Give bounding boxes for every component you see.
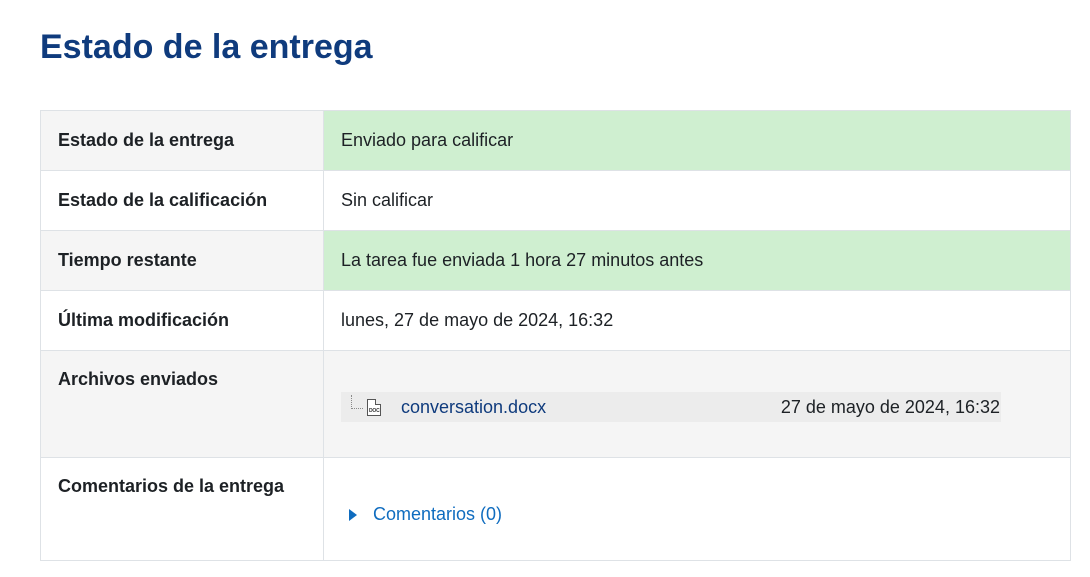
tree-connector: [351, 395, 363, 409]
file-date: 27 de mayo de 2024, 16:32: [780, 396, 1000, 417]
submitted-files-cell: DOC conversation.docx 27 de mayo de 2024…: [323, 350, 1071, 458]
row-grading-status: Estado de la calificación Sin calificar: [40, 170, 1071, 231]
caret-right-icon: [349, 508, 357, 521]
doc-file-icon: DOC: [367, 398, 381, 416]
row-label: Estado de la calificación: [40, 170, 324, 231]
row-label: Archivos enviados: [40, 350, 324, 458]
grading-status-value: Sin calificar: [323, 170, 1071, 231]
page-title: Estado de la entrega: [40, 28, 373, 66]
row-last-modified: Última modificación lunes, 27 de mayo de…: [40, 290, 1071, 351]
row-submission-status: Estado de la entrega Enviado para califi…: [40, 110, 1071, 171]
doc-icon-label: DOC: [369, 407, 380, 414]
submission-status-value: Enviado para calificar: [323, 110, 1071, 171]
submission-comments-cell: Comentarios (0): [323, 457, 1071, 561]
row-label: Estado de la entrega: [40, 110, 324, 171]
file-link[interactable]: conversation.docx: [401, 397, 781, 418]
row-submitted-files: Archivos enviados DOC conversation.docx …: [40, 350, 1071, 458]
time-remaining-value: La tarea fue enviada 1 hora 27 minutos a…: [323, 230, 1071, 291]
row-label: Tiempo restante: [40, 230, 324, 291]
row-time-remaining: Tiempo restante La tarea fue enviada 1 h…: [40, 230, 1071, 291]
row-label: Última modificación: [40, 290, 324, 351]
last-modified-value: lunes, 27 de mayo de 2024, 16:32: [323, 290, 1071, 351]
submission-status-table: Estado de la entrega Enviado para califi…: [40, 110, 1071, 561]
comments-toggle[interactable]: Comentarios (0): [341, 504, 502, 525]
comments-toggle-label: Comentarios (0): [373, 504, 503, 525]
row-submission-comments: Comentarios de la entrega Comentarios (0…: [40, 457, 1071, 561]
row-label: Comentarios de la entrega: [40, 457, 324, 561]
file-list-item: DOC conversation.docx 27 de mayo de 2024…: [341, 392, 1001, 422]
